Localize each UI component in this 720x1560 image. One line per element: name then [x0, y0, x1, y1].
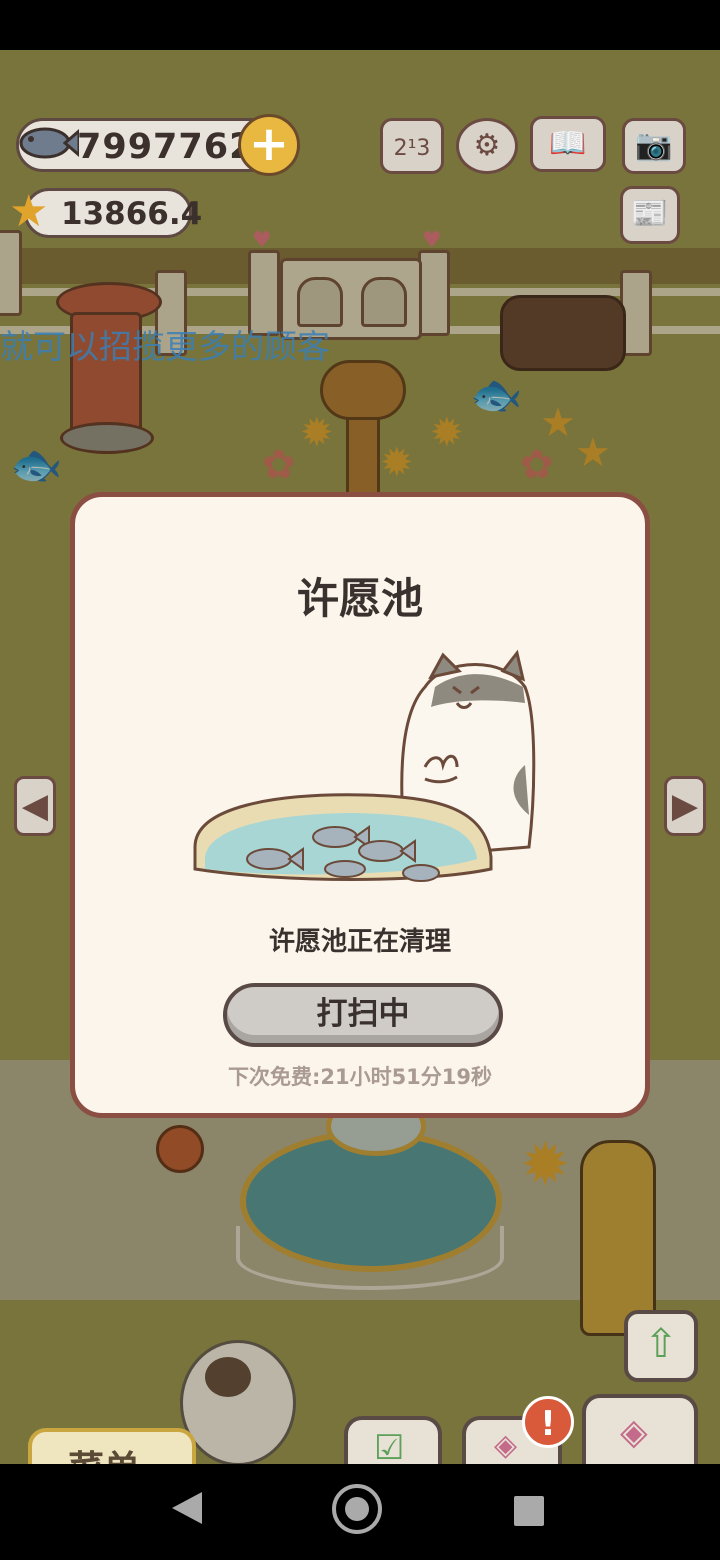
book-icon: 📖: [549, 126, 587, 161]
camera-button[interactable]: 📷: [622, 118, 686, 174]
camera-icon: 📷: [635, 128, 673, 163]
home-icon[interactable]: [332, 1484, 382, 1534]
scroll-left-button[interactable]: ◀: [14, 776, 56, 836]
scroll-up-button[interactable]: ⇧: [624, 1310, 698, 1382]
alert-icon[interactable]: !: [522, 1396, 574, 1448]
star-currency: ★ 13866.4: [9, 187, 202, 238]
fish-count: 7997762: [77, 127, 255, 167]
star-icon: ★: [9, 186, 49, 237]
settings-button[interactable]: ⚙: [456, 118, 518, 174]
dialog-title: 许愿池: [296, 574, 423, 623]
paw-card-icon: ◈: [620, 1412, 648, 1453]
recent-apps-icon[interactable]: [514, 1496, 544, 1526]
paw-card-icon: ◈: [494, 1428, 518, 1463]
ranking-icon: 2¹3: [393, 136, 431, 161]
book-button[interactable]: 📖: [530, 116, 606, 172]
cleaning-button[interactable]: 打扫中: [223, 983, 503, 1047]
free-timer: 下次免费:21小时51分19秒: [227, 1065, 493, 1089]
back-icon[interactable]: [172, 1492, 202, 1524]
star-count: 13866.4: [61, 196, 203, 232]
wishing-pool-dialog: 许愿池 许愿池正在清理 打扫中 下次免费:21小时51分19秒: [70, 492, 650, 1118]
status-bar: [0, 0, 720, 50]
add-fish-button[interactable]: +: [238, 114, 300, 176]
newspaper-button[interactable]: 📰: [620, 186, 680, 244]
scroll-right-button[interactable]: ▶: [664, 776, 706, 836]
newspaper-icon: 📰: [631, 196, 669, 231]
chevron-right-icon: ▶: [671, 786, 699, 826]
arrow-up-icon: ⇧: [644, 1321, 678, 1367]
chevron-left-icon: ◀: [21, 786, 49, 826]
fish-icon: [19, 127, 79, 159]
wishing-pool-illustration: [193, 649, 536, 882]
checkbox-icon: ☑: [374, 1428, 405, 1468]
scrolling-tip: 就可以招揽更多的顾客: [0, 327, 330, 366]
home-dot: [345, 1497, 369, 1521]
dialog-message: 许愿池正在清理: [268, 927, 451, 957]
gacha-tab[interactable]: ◈: [582, 1394, 698, 1474]
gear-icon: ⚙: [473, 128, 501, 163]
ranking-button[interactable]: 2¹3: [380, 118, 444, 174]
